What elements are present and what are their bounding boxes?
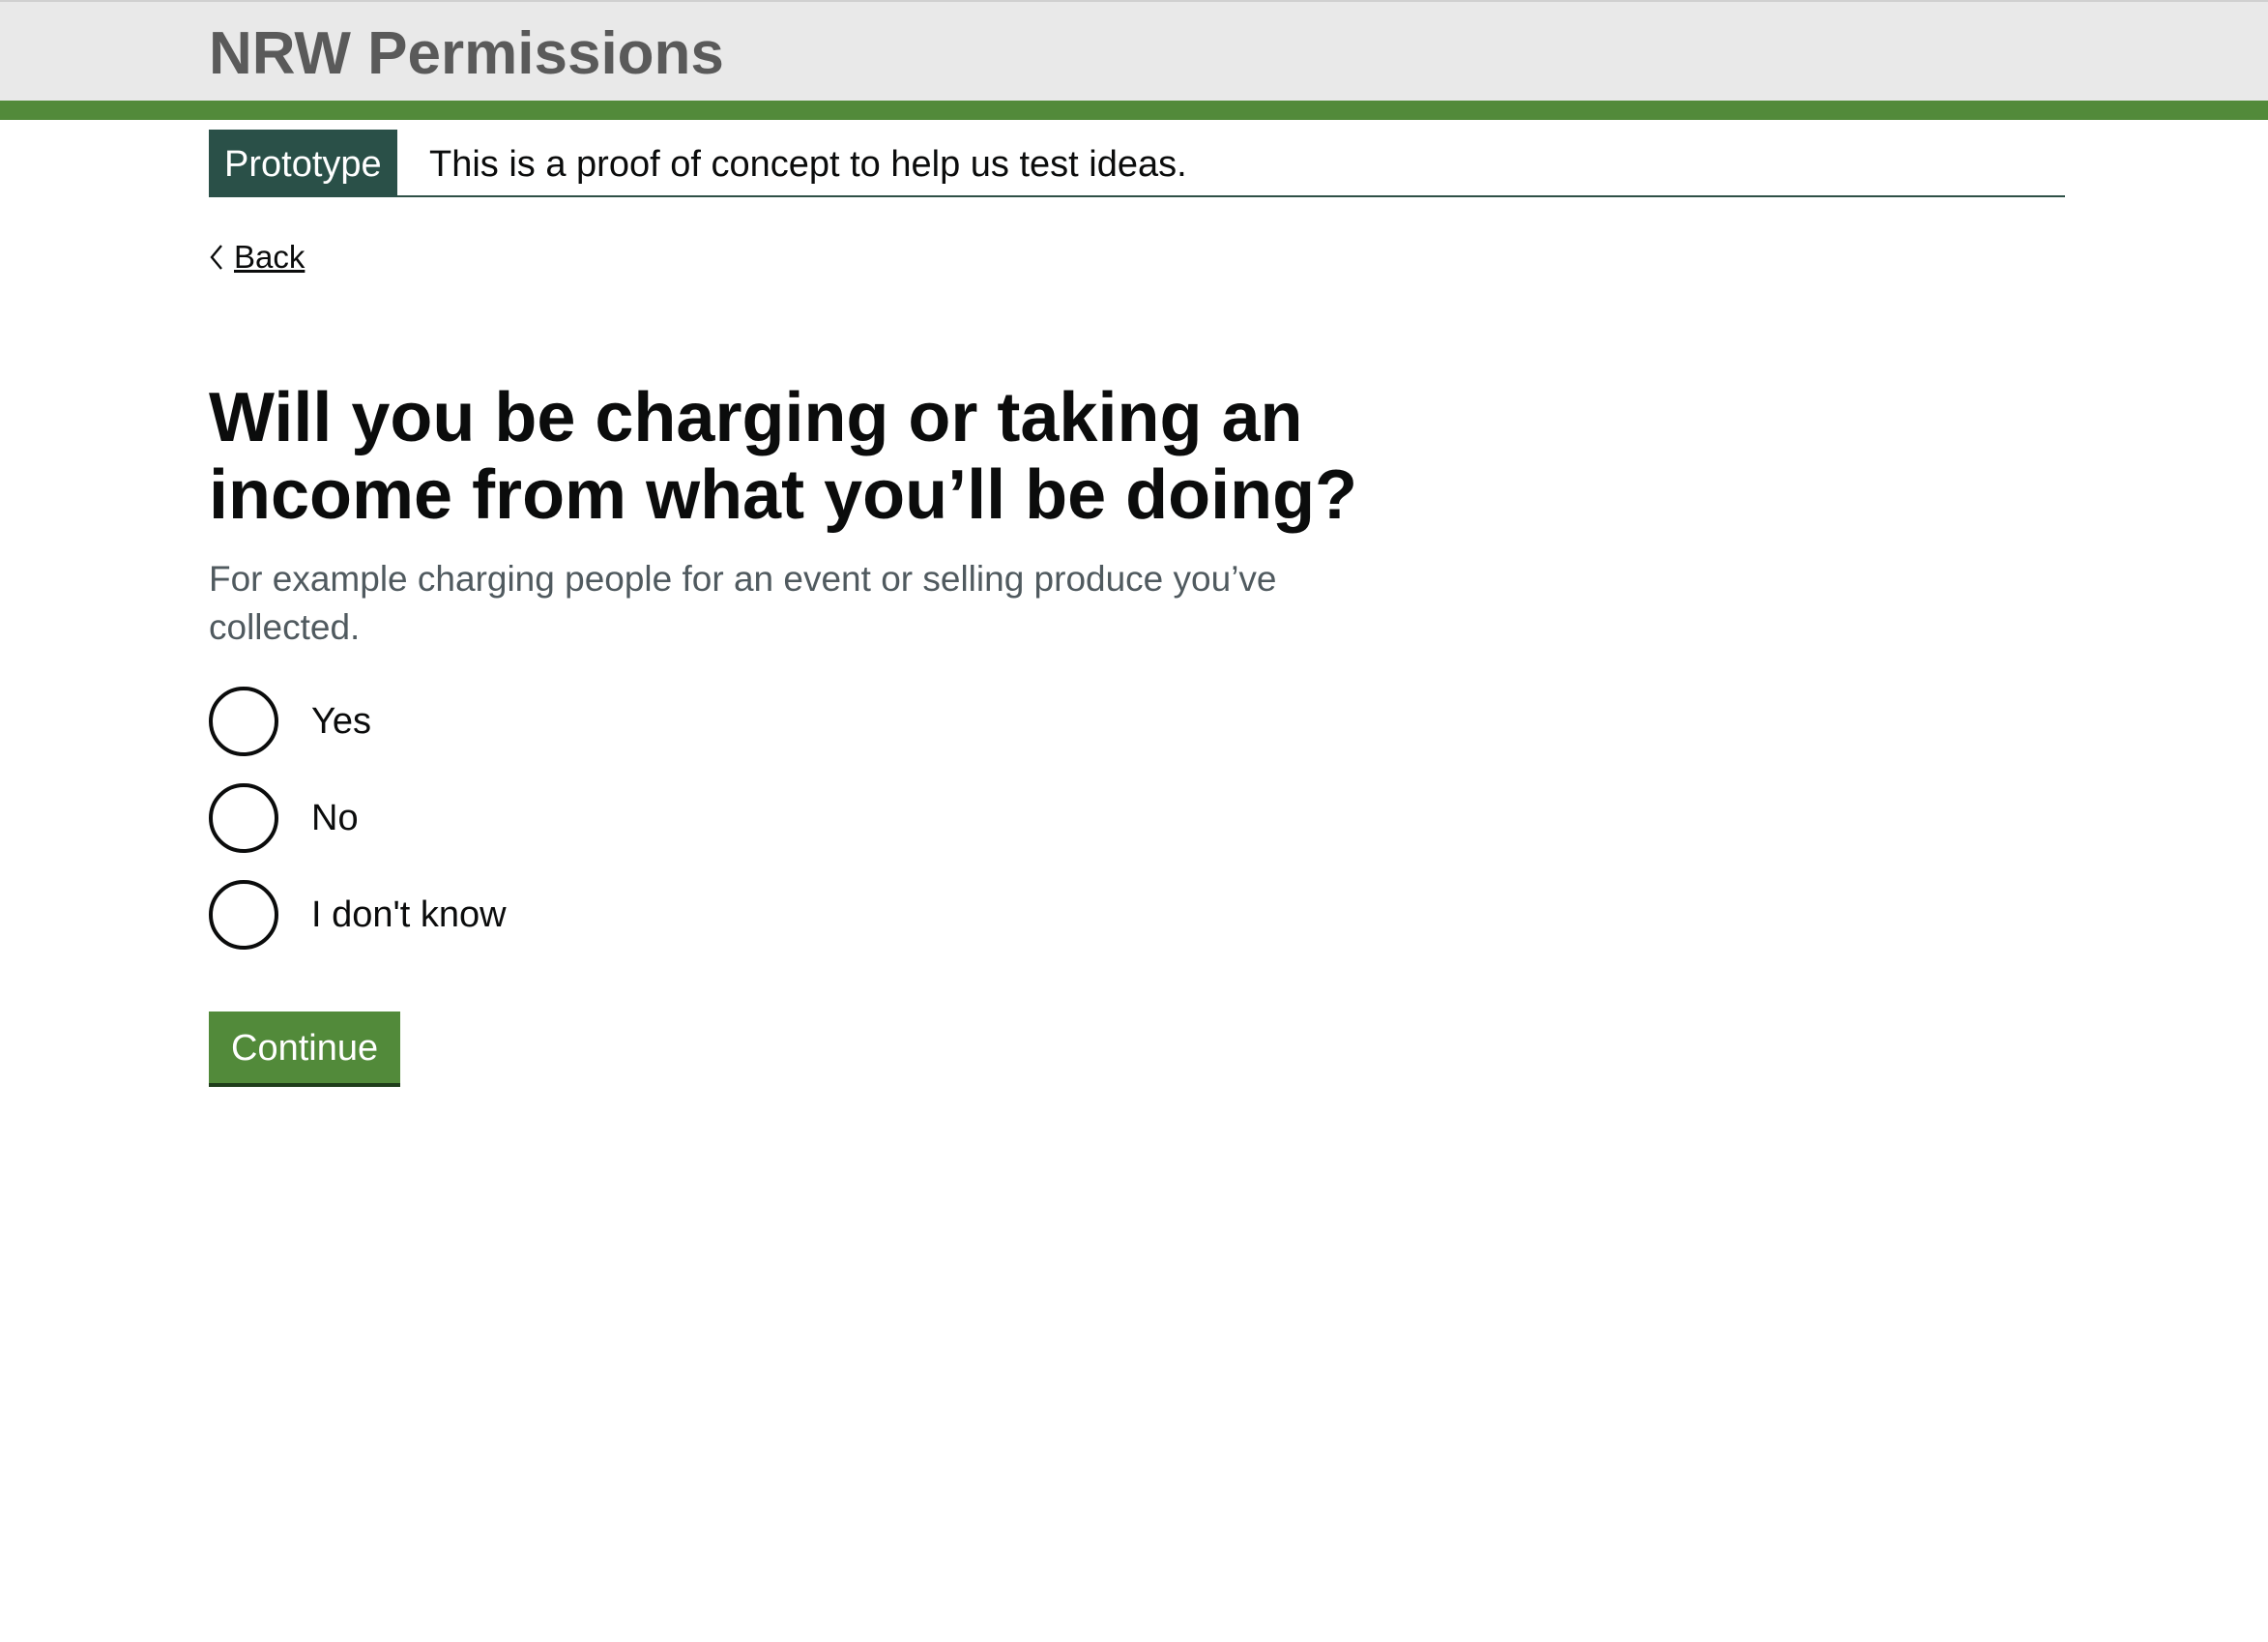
- back-link-label: Back: [234, 239, 305, 275]
- site-header: NRW Permissions: [0, 0, 2268, 101]
- phase-tag: Prototype: [209, 130, 397, 197]
- header-accent-bar: [0, 101, 2268, 120]
- radio-label-dont-know[interactable]: I don't know: [311, 876, 507, 953]
- radio-option-dont-know[interactable]: I don't know: [209, 876, 507, 953]
- back-link[interactable]: Back: [209, 236, 305, 279]
- radio-label-no[interactable]: No: [311, 779, 359, 857]
- question-hint: For example charging people for an event…: [209, 559, 1277, 647]
- radio-label-yes[interactable]: Yes: [311, 683, 371, 760]
- service-name[interactable]: NRW Permissions: [209, 19, 724, 89]
- phase-banner: Prototype This is a proof of concept to …: [209, 130, 2065, 197]
- radio-option-no[interactable]: No: [209, 779, 359, 857]
- radio-button-no[interactable]: [209, 783, 278, 853]
- chevron-left-icon: [209, 236, 230, 279]
- page: NRW Permissions Prototype This is a proo…: [0, 0, 2268, 1642]
- continue-button[interactable]: Continue: [209, 1012, 401, 1083]
- radio-option-yes[interactable]: Yes: [209, 683, 371, 760]
- question-heading: Will you be charging or taking an income…: [209, 379, 1358, 534]
- radio-button-yes[interactable]: [209, 687, 278, 756]
- phase-banner-text: This is a proof of concept to help us te…: [429, 144, 1187, 185]
- radio-button-dont-know[interactable]: [209, 880, 278, 950]
